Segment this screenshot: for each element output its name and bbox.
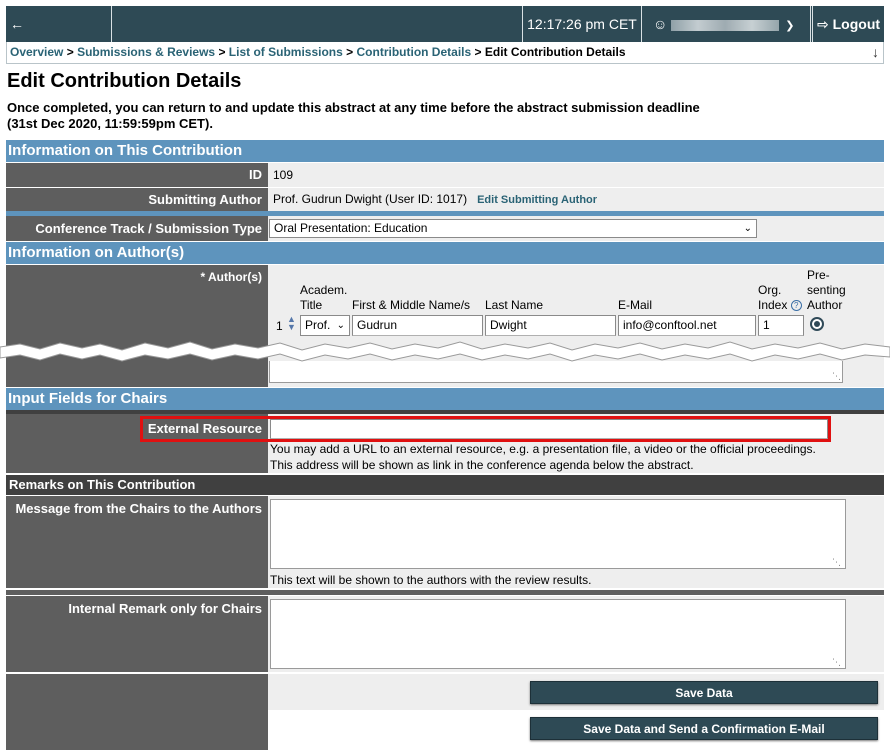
- authors-label: * Author(s): [6, 265, 268, 387]
- redacted-username: [671, 19, 780, 31]
- section-remarks-header: Remarks on This Contribution: [6, 475, 884, 495]
- col-email: E-Mail: [618, 298, 653, 312]
- resize-grip-icon[interactable]: ⋱: [832, 557, 841, 568]
- external-resource-help-2: This address will be shown as link in th…: [270, 458, 694, 472]
- intro-line-1: Once completed, you can return to and up…: [7, 100, 700, 115]
- author-row-index: 1: [276, 319, 283, 333]
- col-org-line2: Index ?: [758, 298, 802, 312]
- presenting-author-radio[interactable]: [810, 317, 824, 331]
- message-row: ⋱ This text will be shown to the authors…: [268, 496, 884, 588]
- breadcrumb-list-of-submissions[interactable]: List of Submissions: [229, 45, 343, 59]
- breadcrumb-submissions-reviews[interactable]: Submissions & Reviews: [77, 45, 215, 59]
- author-email-input[interactable]: info@conftool.net: [618, 315, 756, 336]
- breadcrumb-overview[interactable]: Overview: [10, 45, 63, 59]
- col-title-line1: Academ.: [300, 283, 348, 297]
- track-label: Conference Track / Submission Type: [6, 216, 268, 241]
- submitting-author-label: Submitting Author: [6, 188, 268, 211]
- breadcrumb-separator: >: [342, 45, 357, 59]
- breadcrumb-current: Edit Contribution Details: [484, 45, 626, 59]
- button-area-label: [6, 674, 268, 750]
- logout-button[interactable]: ⇨ Logout: [812, 6, 884, 42]
- id-value: 109: [268, 163, 884, 187]
- section-chairs-header: Input Fields for Chairs: [6, 388, 884, 410]
- submitting-author-value: Prof. Gudrun Dwight (User ID: 1017) Edit…: [268, 188, 884, 211]
- breadcrumb-contribution-details[interactable]: Contribution Details: [357, 45, 472, 59]
- author-first-name-input[interactable]: Gudrun: [352, 315, 483, 336]
- col-presenting-line2: senting: [807, 283, 846, 297]
- intro-text: Once completed, you can return to and up…: [7, 100, 787, 132]
- track-select-value: Oral Presentation: Education: [274, 221, 428, 235]
- col-first-name: First & Middle Name/s: [352, 298, 471, 312]
- breadcrumb-separator: >: [63, 45, 78, 59]
- internal-remark-textarea[interactable]: [270, 599, 846, 669]
- breadcrumb-separator: >: [215, 45, 229, 59]
- col-org-index: Index: [758, 298, 788, 312]
- chevron-down-icon: ❯: [785, 20, 795, 32]
- col-org-line1: Org.: [758, 283, 782, 297]
- col-presenting-line3: Author: [807, 298, 843, 312]
- arrow-down-icon[interactable]: ↓: [872, 42, 879, 63]
- resize-grip-icon[interactable]: ⋱: [832, 371, 841, 382]
- internal-remark-label: Internal Remark only for Chairs: [6, 596, 268, 672]
- message-textarea[interactable]: [270, 499, 846, 569]
- torn-edge-divider: [0, 341, 890, 362]
- breadcrumb-separator: >: [471, 45, 485, 59]
- col-last-name: Last Name: [485, 298, 544, 312]
- track-row: Oral Presentation: Education ⌄: [268, 216, 884, 241]
- user-menu[interactable]: ☺ ❯: [643, 6, 811, 42]
- arrow-left-icon: ←: [10, 16, 24, 32]
- col-presenting-line1: Pre-: [807, 268, 830, 282]
- author-last-name-input[interactable]: Dwight: [485, 315, 616, 336]
- help-icon[interactable]: ?: [790, 300, 802, 311]
- author-org-index-input[interactable]: 1: [758, 315, 804, 336]
- chevron-down-icon: ⌄: [743, 223, 752, 234]
- clock-time: 12:17:26 pm: [527, 16, 605, 32]
- col-title-line2: Title: [300, 298, 323, 312]
- resize-grip-icon[interactable]: ⋱: [832, 657, 841, 668]
- id-label: ID: [6, 163, 268, 187]
- external-resource-help-1: You may add a URL to an external resourc…: [270, 442, 816, 456]
- edit-submitting-author-link[interactable]: Edit Submitting Author: [477, 194, 597, 206]
- message-label: Message from the Chairs to the Authors: [6, 496, 268, 588]
- author-title-select[interactable]: Prof. ⌄: [300, 315, 350, 336]
- section-authors-header: Information on Author(s): [6, 242, 884, 264]
- submitting-author-name: Prof. Gudrun Dwight (User ID: 1017): [273, 192, 468, 206]
- clock-timezone: CET: [608, 16, 637, 32]
- track-select[interactable]: Oral Presentation: Education ⌄: [269, 219, 757, 238]
- page-title: Edit Contribution Details: [7, 70, 242, 92]
- intro-line-2: (31st Dec 2020, 11:59:59pm CET).: [7, 116, 213, 131]
- divider: [6, 590, 884, 595]
- author-title-value: Prof.: [305, 318, 331, 332]
- clock: 12:17:26 pm CET: [522, 6, 642, 42]
- user-icon: ☺: [653, 16, 668, 32]
- save-data-button[interactable]: Save Data: [530, 681, 878, 704]
- highlight-box: [140, 416, 831, 442]
- breadcrumb: Overview > Submissions & Reviews > List …: [6, 42, 884, 64]
- reorder-arrows-icon[interactable]: ▲ ▼: [287, 315, 296, 332]
- internal-remark-row: ⋱: [268, 596, 884, 672]
- message-help: This text will be shown to the authors w…: [270, 573, 592, 587]
- top-bar: ← Submissions 12:17:26 pm CET ☺❯ ⇨ Logou…: [6, 6, 884, 68]
- chevron-down-icon: ⌄: [336, 320, 345, 331]
- save-and-confirm-button[interactable]: Save Data and Send a Confirmation E-Mail: [530, 717, 878, 740]
- logout-label: Logout: [832, 16, 881, 32]
- section-contribution-header: Information on This Contribution: [6, 140, 884, 162]
- back-to-submissions-button[interactable]: ← Submissions: [6, 6, 112, 68]
- authors-panel: Academ. Title First & Middle Name/s Last…: [268, 265, 884, 387]
- logout-icon: ⇨: [817, 16, 829, 32]
